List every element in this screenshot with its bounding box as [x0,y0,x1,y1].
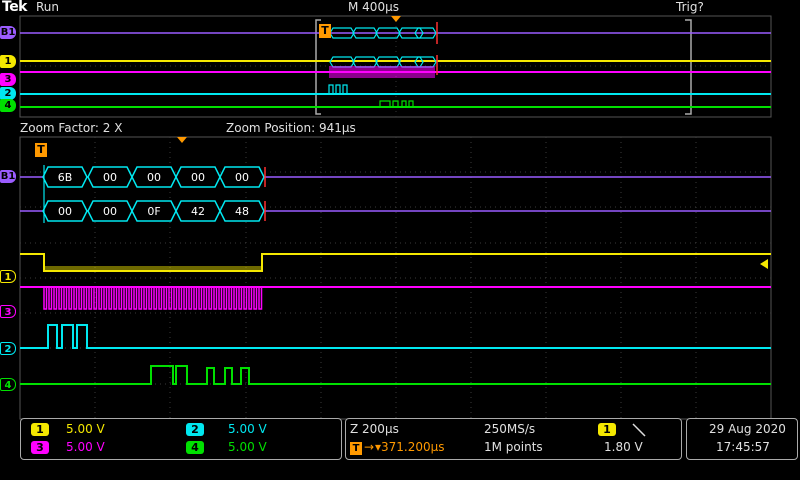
bus-row1-byte: 00 [235,171,249,184]
date-readout: 29 Aug 2020 [709,422,786,436]
overview-trigger-marker[interactable]: T [319,24,331,38]
zoom-trigger-position-marker [177,137,187,143]
zoom-bracket-right [685,19,692,115]
ch1-noise-band [44,266,262,271]
trigger-level-marker [760,259,768,269]
trigger-source-chip[interactable]: 1 [598,423,616,436]
ch3-clock-burst [43,286,264,310]
overview-ch2-burst [328,84,348,95]
record-length[interactable]: 1M points [484,440,543,454]
time-readout: 17:45:57 [716,440,770,454]
waveform-display: 6B 00 00 00 00 00 00 0F 42 48 [19,15,772,420]
ch3-clock-pulses [43,286,264,310]
bus-row2-byte: 00 [103,205,117,218]
ch4-waveform [20,365,771,385]
overview-ch3-burst [329,66,435,78]
ch1-chip[interactable]: 1 [31,423,49,436]
trigger-position-marker-top [391,16,401,22]
bus1-marker-zoom[interactable]: B1 [0,170,16,183]
zoom-position-label: Zoom Position: 941µs [226,121,356,135]
ch1-marker-zoom[interactable]: 1 [0,270,16,283]
falling-edge-icon [632,423,646,437]
zoom-time-scale[interactable]: Z 200µs [350,422,399,436]
bus-row1-byte: 00 [103,171,117,184]
ch3-marker-zoom[interactable]: 3 [0,305,16,318]
zoom-factor-label: Zoom Factor: 2 X [20,121,123,135]
ch2-marker-zoom[interactable]: 2 [0,342,16,355]
ch4-scale[interactable]: 5.00 V [228,440,267,454]
ch3-chip[interactable]: 3 [31,441,49,454]
ch1-marker-overview[interactable]: 1 [0,55,16,68]
bus-row1-byte: 00 [191,171,205,184]
ch2-chip[interactable]: 2 [186,423,204,436]
trigger-position-value[interactable]: ▾371.200µs [375,440,445,454]
bus1-marker-overview[interactable]: B1 [0,26,16,39]
ch3-scale[interactable]: 5.00 V [66,440,105,454]
ch1-scale[interactable]: 5.00 V [66,422,105,436]
sample-rate[interactable]: 250MS/s [484,422,535,436]
bus-row2-byte: 48 [235,205,249,218]
bus-row1-byte: 00 [147,171,161,184]
ch2-scale[interactable]: 5.00 V [228,422,267,436]
bus-row1-byte: 6B [58,171,73,184]
bus-row2-byte: 42 [191,205,205,218]
bus-row2-byte: 0F [147,205,160,218]
datetime-panel: 29 Aug 2020 17:45:57 [686,418,798,460]
ch4-chip[interactable]: 4 [186,441,204,454]
bus-row2-byte: 00 [58,205,72,218]
arrow-right-icon: → [364,440,375,454]
ch2-waveform [20,324,771,349]
ch4-marker-zoom[interactable]: 4 [0,378,16,391]
channel-scale-panel[interactable]: 1 5.00 V 2 5.00 V 3 5.00 V 4 5.00 V [20,418,342,460]
ch4-marker-overview[interactable]: 4 [0,99,16,112]
zoom-trigger-marker[interactable]: T [35,143,47,157]
trigger-level[interactable]: 1.80 V [604,440,643,454]
trigger-position-icon: T [350,442,362,455]
acquisition-panel[interactable]: Z 200µs T → ▾371.200µs 250MS/s 1M points… [345,418,682,460]
ch3-marker-overview[interactable]: 3 [0,73,16,86]
